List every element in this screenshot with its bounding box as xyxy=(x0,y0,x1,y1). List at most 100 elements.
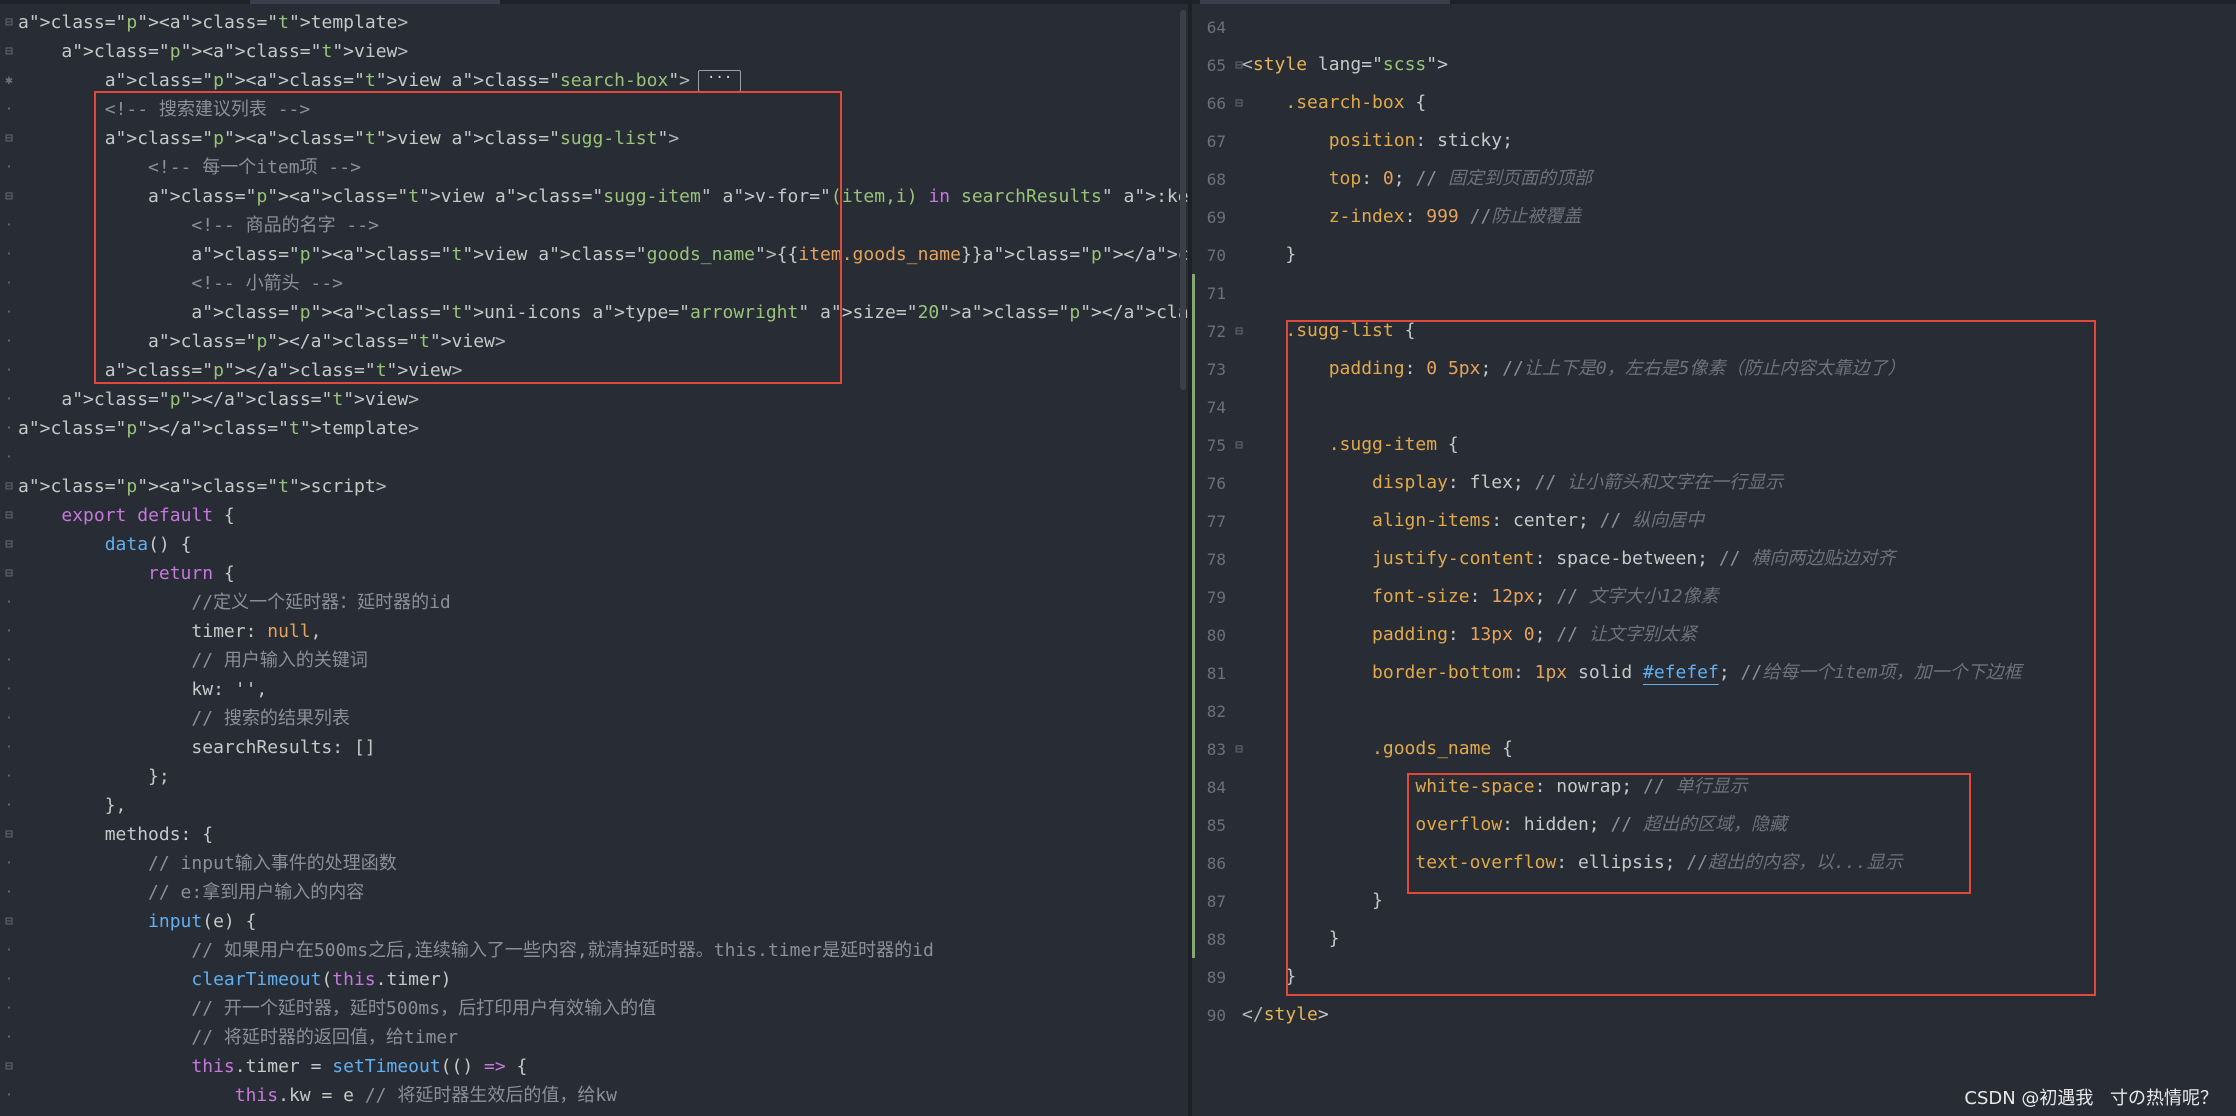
code-line[interactable]: align-items: center; // 纵向居中 xyxy=(1242,502,1704,540)
code-line[interactable]: //定义一个延时器：延时器的id xyxy=(18,588,450,617)
code-line[interactable]: </style> xyxy=(1242,996,1329,1034)
code-line[interactable]: font-size: 12px; // 文字大小12像素 xyxy=(1242,578,1718,616)
line-number: 88 xyxy=(1206,930,1226,949)
fold-toggle-icon[interactable]: ⊟ xyxy=(2,189,16,204)
code-line[interactable]: <!-- 小箭头 --> xyxy=(18,269,343,298)
code-line[interactable]: this.timer = setTimeout(() => { xyxy=(18,1052,527,1081)
fold-guide-icon: · xyxy=(5,334,13,349)
fold-guide-icon: · xyxy=(5,160,13,175)
code-line[interactable]: a">class="p"><a">class="t">view a">class… xyxy=(18,182,1190,211)
code-line[interactable]: this.kw = e // 将延时器生效后的值，给kw xyxy=(18,1081,617,1110)
code-line[interactable]: }; xyxy=(18,762,170,791)
code-line[interactable]: a">class="p"></a">class="t">view> xyxy=(18,327,506,356)
code-line[interactable]: justify-content: space-between; // 横向两边贴… xyxy=(1242,540,1895,578)
line-number: 82 xyxy=(1206,702,1226,721)
fold-guide-icon: · xyxy=(5,972,13,987)
left-editor-pane[interactable]: a">class="p"><a">class="t">template> ⊟ a"… xyxy=(0,0,1190,1116)
fold-guide-icon: · xyxy=(5,711,13,726)
code-line[interactable]: a">class="p"></a">class="t">view> xyxy=(18,356,463,385)
code-line[interactable]: top: 0; // 固定到页面的顶部 xyxy=(1242,160,1592,198)
fold-toggle-icon[interactable]: ⊟ xyxy=(2,508,16,523)
code-line[interactable]: a">class="p"></a">class="t">template> xyxy=(18,414,419,443)
line-number: 87 xyxy=(1206,892,1226,911)
code-line[interactable]: searchResults: [] xyxy=(18,733,375,762)
code-line[interactable]: a">class="p"></a">class="t">view> xyxy=(18,385,419,414)
fold-guide-icon: · xyxy=(5,1001,13,1016)
fold-toggle-icon[interactable]: ⊟ xyxy=(2,566,16,581)
code-line[interactable]: } xyxy=(1242,958,1296,996)
code-line[interactable]: // 将延时器的返回值，给timer xyxy=(18,1023,458,1052)
code-line[interactable]: <style lang="scss"> xyxy=(1242,46,1448,84)
code-line[interactable]: padding: 0 5px; //让上下是0，左右是5像素（防止内容太靠边了） xyxy=(1242,350,1906,388)
code-line[interactable]: methods: { xyxy=(18,820,213,849)
line-number: 84 xyxy=(1206,778,1226,797)
code-line[interactable]: // 用户输入的关键词 xyxy=(18,646,368,675)
code-line[interactable]: } xyxy=(1242,920,1340,958)
line-number: 77 xyxy=(1206,512,1226,531)
fold-toggle-icon[interactable]: ⊟ xyxy=(2,537,16,552)
code-line[interactable]: padding: 13px 0; // 让文字别太紧 xyxy=(1242,616,1697,654)
fold-toggle-icon[interactable]: ⊟ xyxy=(2,131,16,146)
fold-toggle-icon[interactable]: ⊟ xyxy=(2,15,16,30)
change-indicator xyxy=(1192,274,1195,958)
code-line[interactable]: overflow: hidden; // 超出的区域，隐藏 xyxy=(1242,806,1787,844)
code-line[interactable]: a">class="p"><a">class="t">uni-icons a">… xyxy=(18,298,1190,327)
code-line[interactable]: border-bottom: 1px solid #efefef; //给每一个… xyxy=(1242,654,2022,692)
code-line[interactable]: z-index: 999 //防止被覆盖 xyxy=(1242,198,1582,236)
code-line[interactable]: a">class="p"><a">class="t">view a">class… xyxy=(18,240,1190,269)
code-line[interactable]: .goods_name { xyxy=(1242,730,1513,768)
code-line[interactable]: data() { xyxy=(18,530,192,559)
code-line[interactable]: <!-- 商品的名字 --> xyxy=(18,211,379,240)
code-line[interactable]: .sugg-list { xyxy=(1242,312,1415,350)
code-line[interactable]: } xyxy=(1242,236,1296,274)
code-line[interactable]: a">class="p"><a">class="t">template> xyxy=(18,8,408,37)
code-line[interactable]: return { xyxy=(18,559,235,588)
code-line[interactable]: clearTimeout(this.timer) xyxy=(18,965,451,994)
fold-toggle-icon[interactable]: ⊟ xyxy=(2,44,16,59)
code-line[interactable]: // 开一个延时器，延时500ms，后打印用户有效输入的值 xyxy=(18,994,656,1023)
line-number: 89 xyxy=(1206,968,1226,987)
code-line[interactable]: white-space: nowrap; // 单行显示 xyxy=(1242,768,1747,806)
collapsed-region-button[interactable]: ··· xyxy=(698,70,742,92)
fold-guide-icon: · xyxy=(5,943,13,958)
fold-toggle-icon[interactable]: ⊟ xyxy=(2,1059,16,1074)
code-line[interactable]: position: sticky; xyxy=(1242,122,1513,160)
code-line[interactable]: timer: null, xyxy=(18,617,321,646)
fold-guide-icon: · xyxy=(5,363,13,378)
code-line[interactable]: <!-- 每一个item项 --> xyxy=(18,153,361,182)
code-line[interactable]: } xyxy=(1242,882,1383,920)
code-line[interactable]: // e:拿到用户输入的内容 xyxy=(18,878,364,907)
fold-toggle-icon[interactable]: ⊟ xyxy=(2,827,16,842)
line-number: 66 xyxy=(1206,94,1226,113)
fold-guide-icon: · xyxy=(5,276,13,291)
fold-guide-icon: · xyxy=(5,856,13,871)
line-number: 71 xyxy=(1206,284,1226,303)
code-line[interactable]: a">class="p"><a">class="t">view> xyxy=(18,37,408,66)
code-line[interactable]: a">class="p"><a">class="t">script> xyxy=(18,472,387,501)
code-line[interactable]: // input输入事件的处理函数 xyxy=(18,849,397,878)
code-line[interactable]: kw: '', xyxy=(18,675,267,704)
code-line[interactable]: .sugg-item { xyxy=(1242,426,1459,464)
fold-guide-icon: · xyxy=(5,1030,13,1045)
right-editor-pane[interactable]: 64 65 ⊟ <style lang="scss"> 66 ⊟ .search-box … xyxy=(1192,0,2236,1116)
fold-guide-icon: · xyxy=(5,740,13,755)
code-line[interactable]: // 搜索的结果列表 xyxy=(18,704,350,733)
collapsed-marker-icon[interactable]: ✱ xyxy=(2,73,16,88)
code-line[interactable]: display: flex; // 让小箭头和文字在一行显示 xyxy=(1242,464,1783,502)
left-scrollbar[interactable] xyxy=(1180,10,1186,390)
code-line[interactable]: export default { xyxy=(18,501,234,530)
code-line[interactable]: // 如果用户在500ms之后,连续输入了一些内容,就清掉延时器。this.ti… xyxy=(18,936,933,965)
fold-toggle-icon[interactable]: ⊟ xyxy=(2,914,16,929)
code-line[interactable]: <!-- 搜索建议列表 --> xyxy=(18,95,311,124)
fold-guide-icon: · xyxy=(5,595,13,610)
fold-toggle-icon[interactable]: ⊟ xyxy=(2,479,16,494)
code-line[interactable]: a">class="p"><a">class="t">view a">class… xyxy=(18,66,742,95)
code-line[interactable]: }, xyxy=(18,791,127,820)
code-line[interactable]: text-overflow: ellipsis; //超出的内容，以...显示 xyxy=(1242,844,1902,882)
line-number: 74 xyxy=(1206,398,1226,417)
code-line[interactable]: .search-box { xyxy=(1242,84,1426,122)
fold-guide-icon: · xyxy=(5,885,13,900)
code-line[interactable]: a">class="p"><a">class="t">view a">class… xyxy=(18,124,679,153)
code-line[interactable]: input(e) { xyxy=(18,907,256,936)
line-number: 81 xyxy=(1206,664,1226,683)
